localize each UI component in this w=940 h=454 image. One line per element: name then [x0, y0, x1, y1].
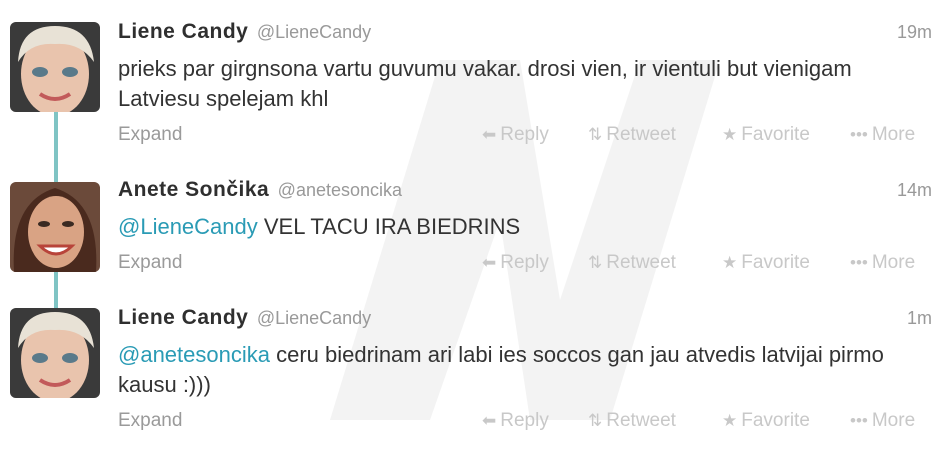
reply-arrow-icon: ⬅ — [482, 253, 497, 272]
retweet-button[interactable]: ⇅ Retweet — [588, 252, 676, 274]
tweet-text: @LieneCandy VEL TACU IRA BIEDRINS — [118, 212, 918, 242]
more-button[interactable]: ••• More — [850, 252, 915, 274]
reply-label: Reply — [500, 124, 549, 145]
retweet-label: Retweet — [606, 252, 676, 273]
star-icon: ★ — [722, 125, 738, 144]
favorite-label: Favorite — [741, 410, 810, 431]
tweet[interactable]: Liene Candy @LieneCandy 19m prieks par g… — [0, 18, 940, 168]
tweet-text: @anetesoncika ceru biedrinam ari labi ie… — [118, 340, 918, 400]
star-icon: ★ — [722, 411, 738, 430]
tweet-body: VEL TACU IRA BIEDRINS — [257, 214, 521, 239]
reply-button[interactable]: ⬅ Reply — [482, 252, 549, 274]
dots-icon: ••• — [850, 125, 868, 144]
star-icon: ★ — [722, 253, 738, 272]
avatar[interactable] — [10, 22, 100, 112]
favorite-button[interactable]: ★ Favorite — [722, 252, 810, 274]
tweet-actions: Expand ⬅ Reply ⇅ Retweet ★ Favorite ••• More — [118, 124, 936, 150]
mention-link[interactable]: @anetesoncika — [118, 342, 270, 367]
favorite-label: Favorite — [741, 252, 810, 273]
retweet-label: Retweet — [606, 124, 676, 145]
favorite-label: Favorite — [741, 124, 810, 145]
display-name[interactable]: Liene Candy — [118, 306, 248, 329]
mention-link[interactable]: @LieneCandy — [118, 214, 258, 239]
retweet-icon: ⇅ — [588, 411, 603, 430]
more-label: More — [871, 252, 916, 273]
reply-label: Reply — [500, 410, 549, 431]
more-button[interactable]: ••• More — [850, 124, 915, 146]
reply-button[interactable]: ⬅ Reply — [482, 410, 549, 432]
display-name[interactable]: Liene Candy — [118, 20, 248, 43]
more-label: More — [871, 410, 916, 431]
reply-arrow-icon: ⬅ — [482, 411, 497, 430]
reply-label: Reply — [500, 252, 549, 273]
avatar[interactable] — [10, 182, 100, 272]
tweet-header: Liene Candy @LieneCandy — [118, 20, 371, 44]
avatar[interactable] — [10, 308, 100, 398]
expand-link[interactable]: Expand — [118, 410, 182, 432]
tweet[interactable]: Liene Candy @LieneCandy 1m @anetesoncika… — [0, 304, 940, 454]
timestamp[interactable]: 1m — [907, 308, 932, 329]
username[interactable]: @anetesoncika — [278, 180, 402, 200]
tweet[interactable]: Anete Sončika @anetesoncika 14m @LieneCa… — [0, 176, 940, 296]
username[interactable]: @LieneCandy — [257, 22, 371, 42]
retweet-button[interactable]: ⇅ Retweet — [588, 410, 676, 432]
retweet-icon: ⇅ — [588, 253, 603, 272]
reply-button[interactable]: ⬅ Reply — [482, 124, 549, 146]
retweet-icon: ⇅ — [588, 125, 603, 144]
username[interactable]: @LieneCandy — [257, 308, 371, 328]
reply-arrow-icon: ⬅ — [482, 125, 497, 144]
favorite-button[interactable]: ★ Favorite — [722, 410, 810, 432]
tweet-actions: Expand ⬅ Reply ⇅ Retweet ★ Favorite ••• More — [118, 410, 936, 436]
expand-link[interactable]: Expand — [118, 124, 182, 146]
expand-link[interactable]: Expand — [118, 252, 182, 274]
favorite-button[interactable]: ★ Favorite — [722, 124, 810, 146]
more-button[interactable]: ••• More — [850, 410, 915, 432]
retweet-button[interactable]: ⇅ Retweet — [588, 124, 676, 146]
dots-icon: ••• — [850, 411, 868, 430]
display-name[interactable]: Anete Sončika — [118, 178, 269, 201]
tweet-actions: Expand ⬅ Reply ⇅ Retweet ★ Favorite ••• More — [118, 252, 936, 278]
dots-icon: ••• — [850, 253, 868, 272]
tweet-header: Liene Candy @LieneCandy — [118, 306, 371, 330]
retweet-label: Retweet — [606, 410, 676, 431]
tweet-text: prieks par girgnsona vartu guvumu vakar.… — [118, 56, 852, 111]
more-label: More — [871, 124, 916, 145]
tweet-header: Anete Sončika @anetesoncika — [118, 178, 402, 202]
timestamp[interactable]: 19m — [897, 22, 932, 43]
timestamp[interactable]: 14m — [897, 180, 932, 201]
